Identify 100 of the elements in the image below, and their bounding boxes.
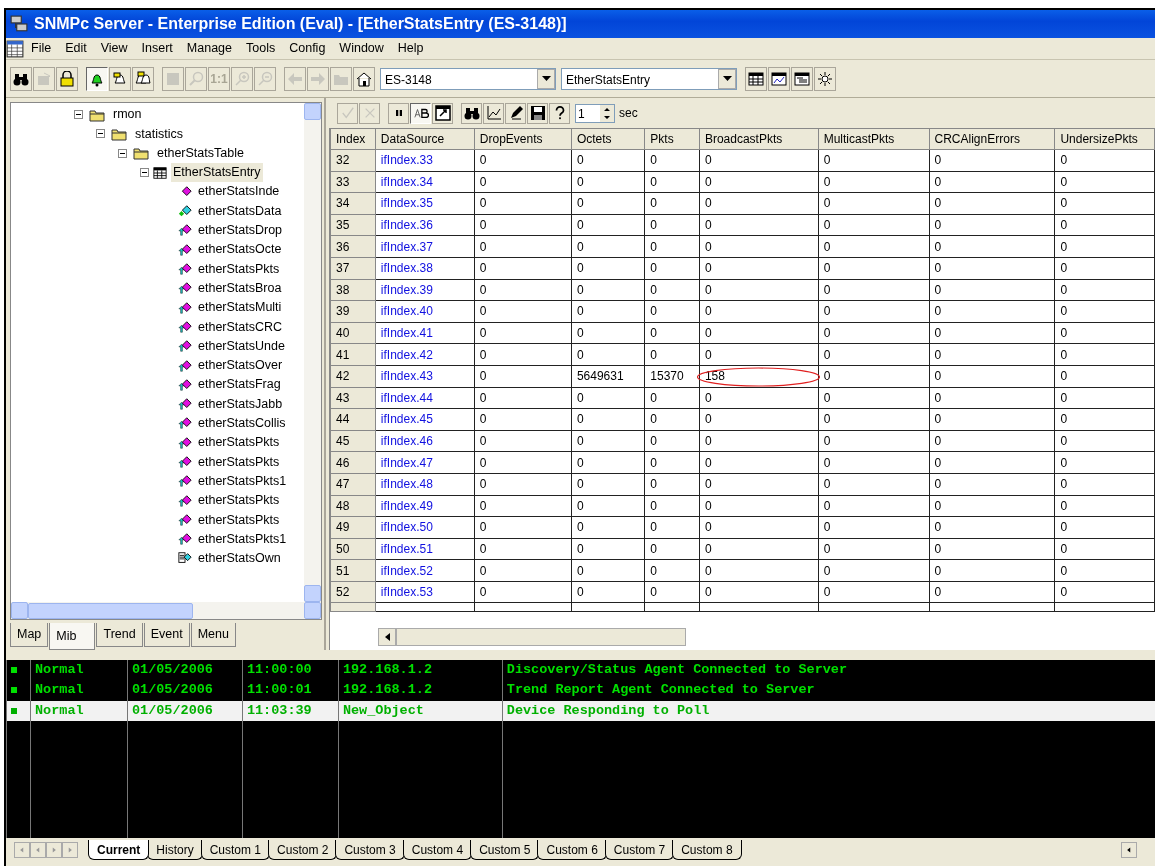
tree-item[interactable]: etherStatsPkts1 bbox=[196, 529, 289, 549]
severity-text[interactable]: Normal bbox=[35, 662, 84, 677]
toolbar-button[interactable] bbox=[410, 102, 431, 124]
tree-item[interactable]: etherStatsOwn bbox=[196, 549, 283, 568]
toolbar-button[interactable] bbox=[768, 66, 790, 91]
column-header[interactable]: CRCAlignErrors bbox=[929, 128, 1055, 150]
tree-item[interactable]: etherStatsTable bbox=[155, 143, 246, 163]
tree-item[interactable]: etherStatsOver bbox=[196, 356, 285, 375]
menu-item[interactable]: Edit bbox=[58, 39, 94, 58]
tree-item[interactable]: rmon bbox=[111, 105, 144, 124]
source-text[interactable]: 192.168.1.2 bbox=[342, 682, 432, 698]
toolbar-button[interactable] bbox=[549, 102, 570, 124]
column-header[interactable]: DataSource bbox=[375, 128, 475, 150]
data-source-link[interactable]: ifIndex.33 bbox=[375, 149, 475, 172]
panel-tab[interactable]: Menu bbox=[190, 623, 236, 647]
tree-item[interactable]: EtherStatsEntry bbox=[171, 163, 263, 182]
tree-item[interactable]: etherStatsJabb bbox=[196, 394, 285, 414]
tree-item[interactable]: etherStatsUnde bbox=[196, 336, 287, 356]
severity-text[interactable]: Normal bbox=[35, 682, 84, 698]
toolbar-button[interactable] bbox=[109, 66, 131, 91]
log-tab[interactable]: Custom 2 bbox=[268, 840, 338, 860]
toolbar-button[interactable] bbox=[388, 102, 409, 124]
toolbar-button[interactable] bbox=[432, 102, 453, 124]
menu-item[interactable]: Manage bbox=[179, 39, 240, 58]
device-dropdown[interactable]: ES-3148 bbox=[380, 67, 556, 90]
tree-item[interactable]: etherStatsCollis bbox=[196, 414, 288, 433]
data-source-link[interactable]: ifIndex.49 bbox=[375, 495, 475, 517]
data-source-link[interactable]: ifIndex.34 bbox=[375, 171, 475, 193]
tree-item[interactable]: etherStatsPkts bbox=[196, 452, 282, 472]
data-source-link[interactable]: ifIndex.36 bbox=[375, 214, 475, 236]
menu-item[interactable]: View bbox=[93, 39, 135, 58]
toolbar-button[interactable] bbox=[86, 66, 108, 91]
time-text[interactable]: 11:00:00 bbox=[246, 662, 312, 677]
panel-tab[interactable]: Trend bbox=[96, 623, 143, 647]
event-message[interactable]: Trend Report Agent Connected to Server bbox=[506, 682, 815, 698]
toolbar-button[interactable] bbox=[483, 102, 504, 124]
toolbar-button[interactable] bbox=[132, 66, 154, 91]
tree-item[interactable]: etherStatsOcte bbox=[196, 240, 284, 260]
toolbar-button[interactable] bbox=[353, 66, 375, 91]
log-tab[interactable]: Custom 6 bbox=[537, 840, 607, 860]
column-header[interactable]: BroadcastPkts bbox=[699, 128, 819, 150]
toolbar-button[interactable] bbox=[56, 66, 78, 91]
column-header[interactable]: MulticastPkts bbox=[818, 128, 930, 150]
data-source-link[interactable]: ifIndex.46 bbox=[375, 430, 475, 452]
tree-item[interactable]: etherStatsData bbox=[196, 201, 284, 221]
data-source-link[interactable]: ifIndex.43 bbox=[375, 365, 475, 388]
log-tab[interactable]: Custom 3 bbox=[335, 840, 405, 860]
tree-item[interactable]: etherStatsCRC bbox=[196, 317, 285, 337]
log-tab[interactable]: Custom 5 bbox=[470, 840, 540, 860]
date-text[interactable]: 01/05/2006 bbox=[131, 662, 213, 677]
horizontal-scrollbar[interactable] bbox=[11, 602, 321, 619]
menu-item[interactable]: Insert bbox=[134, 39, 180, 58]
tree-item[interactable]: etherStatsMulti bbox=[196, 298, 284, 317]
collapse-toggle[interactable] bbox=[118, 148, 127, 158]
panel-tab[interactable]: Map bbox=[10, 623, 49, 647]
menu-item[interactable]: Tools bbox=[239, 39, 283, 58]
column-header[interactable]: UndersizePkts bbox=[1054, 128, 1155, 150]
column-header[interactable]: Index bbox=[330, 128, 376, 150]
toolbar-button[interactable] bbox=[10, 66, 32, 91]
tree-item[interactable]: etherStatsPkts bbox=[196, 259, 282, 279]
data-source-link[interactable]: ifIndex.42 bbox=[375, 343, 475, 366]
time-text[interactable]: 11:00:01 bbox=[246, 682, 312, 698]
data-source-link[interactable]: ifIndex.38 bbox=[375, 257, 475, 280]
tree-item[interactable]: etherStatsBroa bbox=[196, 278, 284, 298]
data-source-link[interactable]: ifIndex.39 bbox=[375, 279, 475, 301]
tree-item[interactable]: etherStatsPkts bbox=[196, 433, 282, 453]
tab-scroll-button[interactable] bbox=[1121, 842, 1137, 858]
data-source-link[interactable]: ifIndex.47 bbox=[375, 451, 475, 474]
toolbar-button[interactable] bbox=[461, 102, 482, 124]
data-source-link[interactable]: ifIndex.45 bbox=[375, 408, 475, 431]
column-header[interactable]: Pkts bbox=[644, 128, 700, 150]
data-source-link[interactable]: ifIndex.37 bbox=[375, 235, 475, 258]
menu-item[interactable]: Config bbox=[282, 39, 333, 58]
event-message[interactable]: Discovery/Status Agent Connected to Server bbox=[506, 662, 848, 677]
tree-item[interactable]: etherStatsInde bbox=[196, 182, 282, 202]
panel-tab[interactable]: Mib bbox=[49, 623, 96, 650]
menu-item[interactable]: File bbox=[24, 39, 59, 58]
column-header[interactable]: Octets bbox=[571, 128, 645, 150]
collapse-toggle[interactable] bbox=[96, 129, 105, 139]
collapse-toggle[interactable] bbox=[74, 110, 83, 120]
log-tab[interactable]: Custom 4 bbox=[402, 840, 473, 860]
data-source-link[interactable]: ifIndex.53 bbox=[375, 581, 475, 603]
data-source-link[interactable]: ifIndex.51 bbox=[375, 538, 475, 560]
tree-item[interactable]: etherStatsFrag bbox=[196, 375, 283, 395]
data-source-link[interactable]: ifIndex.35 bbox=[375, 192, 475, 215]
document-menu-icon[interactable] bbox=[6, 39, 24, 58]
toolbar-button[interactable] bbox=[791, 66, 813, 91]
tree-item[interactable]: etherStatsPkts bbox=[196, 510, 282, 530]
data-source-link[interactable]: ifIndex.50 bbox=[375, 516, 475, 539]
toolbar-button[interactable] bbox=[527, 102, 548, 124]
log-tab[interactable]: Custom 7 bbox=[604, 840, 675, 860]
log-tab[interactable]: Custom 8 bbox=[672, 840, 742, 860]
vertical-scrollbar[interactable] bbox=[304, 103, 321, 602]
tree-item[interactable]: etherStatsPkts1 bbox=[196, 471, 289, 491]
collapse-toggle[interactable] bbox=[140, 168, 149, 178]
panel-tab[interactable]: Event bbox=[143, 623, 190, 647]
data-source-link[interactable]: ifIndex.48 bbox=[375, 473, 475, 495]
toolbar-button[interactable] bbox=[814, 66, 836, 91]
date-text[interactable]: 01/05/2006 bbox=[131, 682, 213, 698]
menu-item[interactable]: Window bbox=[332, 39, 391, 58]
